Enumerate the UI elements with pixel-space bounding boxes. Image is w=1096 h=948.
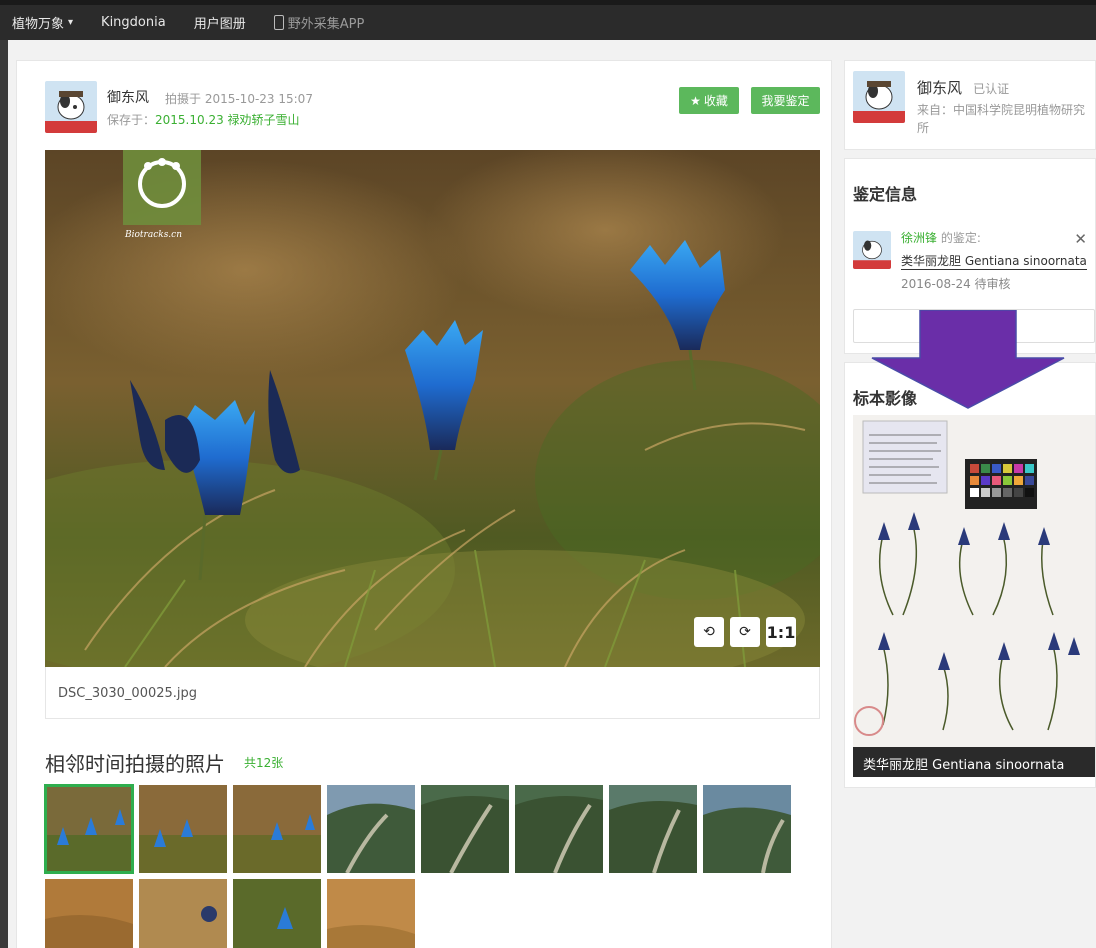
identification-title: 鉴定信息 [853,185,918,204]
phone-icon [273,15,284,30]
identification-date-status: 2016-08-24 待审核 [901,277,1011,291]
favorite-button[interactable]: ★ 收藏 [679,87,739,114]
author-name[interactable]: 御东风 [107,87,149,107]
verified-badge: 已认证 [973,82,1010,96]
thumbnail[interactable] [139,785,227,873]
identifier-name[interactable]: 徐洲锋 [901,231,937,245]
page-body: 御东风 拍摄于 2015-10-23 15:07 保存于：2015.10.23 … [8,40,1096,948]
thumbnail[interactable] [703,785,791,873]
watermark-text: Biotracks.cn [124,230,182,240]
profile-affiliation: 来自：中国科学院昆明植物研究所 [917,103,1086,135]
thumbnail[interactable] [421,785,509,873]
photo-filename: DSC_3030_00025.jpg [58,686,198,701]
close-icon[interactable]: ✕ [1074,230,1087,248]
thumbnail[interactable] [44,784,134,874]
star-icon: ★ [690,93,701,108]
species-latin-name: Gentiana sinoornata [964,254,1087,268]
nav-app-label: 野外采集APP [287,17,365,32]
nav-item-kingdonia[interactable]: Kingdonia [101,15,166,30]
thumbnail[interactable] [327,785,415,873]
taken-time: 拍摄于 2015-10-23 15:07 [165,92,313,106]
identification-header: 徐洲锋 的鉴定: [901,229,981,246]
actual-size-button[interactable]: 1:1 [766,617,796,647]
rotate-left-icon: ⟲ [703,624,715,640]
thumbnail[interactable] [609,785,697,873]
nav-brand-label: 植物万象 [12,17,65,32]
identify-button[interactable]: 我要鉴定 [751,87,820,114]
rotate-right-icon: ⟳ [739,624,751,640]
species-cn-name: 类华丽龙胆 [901,254,962,268]
photo-caption-bar: DSC_3030_00025.jpg [45,667,820,719]
identified-species[interactable]: 类华丽龙胆 Gentiana sinoornata [901,252,1087,270]
identification-suffix: 的鉴定: [937,231,981,245]
saved-info: 保存于：2015.10.23 禄劝轿子雪山 [107,111,300,128]
album-link[interactable]: 2015.10.23 禄劝轿子雪山 [155,113,300,127]
nav-item-user-albums[interactable]: 用户图册 [194,13,246,32]
rotate-right-button[interactable]: ⟳ [730,617,760,647]
nearby-photos-title: 相邻时间拍摄的照片 [45,752,225,776]
rotate-left-button[interactable]: ⟲ [694,617,724,647]
nav-brand-dropdown[interactable]: 植物万象 ▾ [12,13,73,32]
profile-name[interactable]: 御东风 [917,79,962,97]
chevron-down-icon: ▾ [68,17,74,28]
saved-prefix: 保存于： [107,113,156,127]
thumbnail[interactable] [233,785,321,873]
profile-name-row: 御东风 已认证 [917,77,1009,98]
specimen-panel: 标本影像 类华丽龙胆 Gentiana sinoornata [844,362,1096,788]
nearby-photos-count: 共12张 [244,756,284,770]
profile-avatar[interactable] [853,71,905,123]
favorite-label: 收藏 [703,94,728,108]
profile-card: 御东风 已认证 来自：中国科学院昆明植物研究所 [844,60,1096,150]
specimen-caption: 类华丽龙胆 Gentiana sinoornata [853,747,1095,777]
annotation-arrow [871,310,1065,409]
thumbnail[interactable] [515,785,603,873]
thumbnail[interactable] [327,879,415,948]
thumbnail[interactable] [233,879,321,948]
top-nav-bar: 植物万象 ▾ Kingdonia 用户图册 野外采集APP [0,0,1096,40]
author-avatar[interactable] [45,81,97,133]
main-photo-card: 御东风 拍摄于 2015-10-23 15:07 保存于：2015.10.23 … [16,60,832,948]
nav-item-field-app[interactable]: 野外采集APP [273,13,365,32]
identifier-avatar[interactable] [853,231,891,269]
main-photo[interactable]: Biotracks.cn [45,150,820,667]
thumbnail[interactable] [45,879,133,948]
thumbnail[interactable] [139,879,227,948]
specimen-image[interactable]: 类华丽龙胆 Gentiana sinoornata [853,415,1095,777]
